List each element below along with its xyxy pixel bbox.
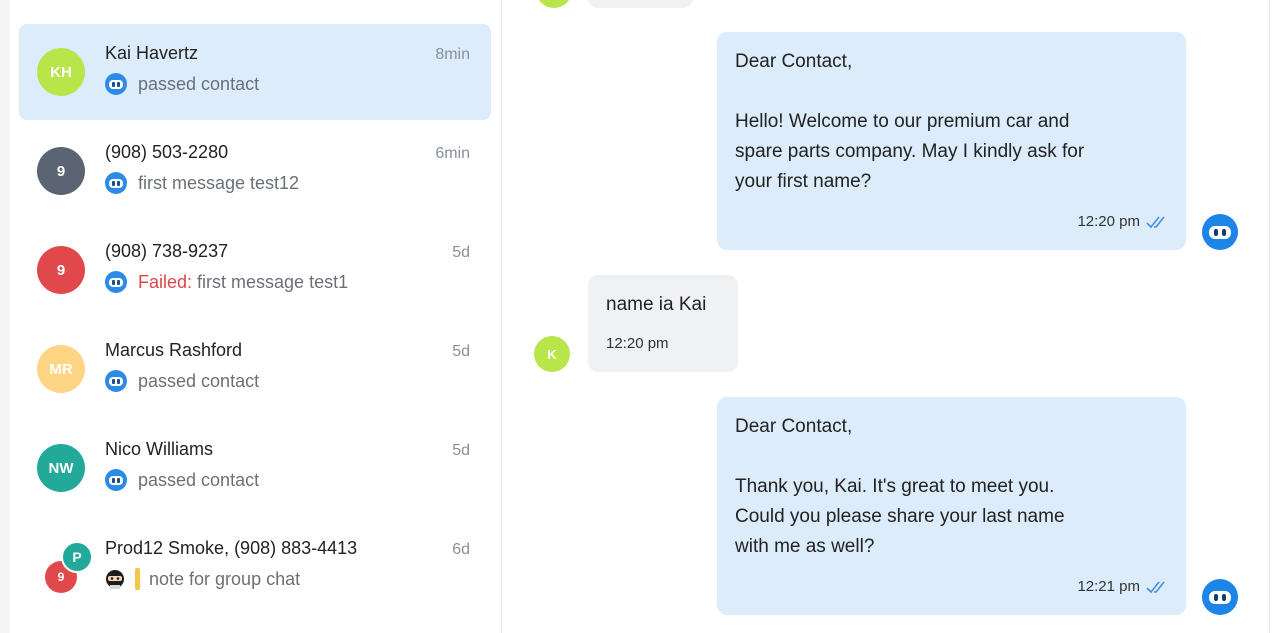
timestamp-text: 12:21 pm	[1077, 578, 1140, 595]
contact-avatar: 9	[37, 246, 85, 294]
ninja-avatar-icon	[106, 570, 124, 589]
preview-text: first message test1	[197, 271, 349, 292]
outgoing-message: Dear Contact, Thank you, Kai. It's great…	[717, 397, 1186, 615]
conversation-item-partial	[19, 625, 491, 633]
incoming-message-partial	[588, 0, 693, 8]
contact-avatar: NW	[37, 444, 85, 492]
conversation-time: 8min	[435, 46, 470, 63]
double-check-icon	[1146, 581, 1165, 593]
conversation-item[interactable]: NW Nico Williams 5d passed contact	[19, 420, 491, 516]
contact-avatar: 9	[37, 147, 85, 195]
preview-text: passed contact	[138, 370, 260, 391]
left-strip	[0, 0, 10, 633]
contact-name: (908) 738-9237	[105, 241, 229, 261]
conversation-time: 5d	[452, 442, 470, 459]
message-text: Thank you, Kai. It's great to meet you. …	[735, 476, 1065, 557]
outgoing-message: Dear Contact, Hello! Welcome to our prem…	[717, 32, 1186, 250]
preview-text: first message test12	[138, 172, 300, 193]
preview-text: passed contact	[138, 73, 260, 94]
conversation-time: 6d	[452, 541, 470, 558]
robot-icon	[1202, 579, 1238, 615]
preview-text: note for group chat	[149, 568, 301, 589]
conversation-item[interactable]: MR Marcus Rashford 5d passed contact	[19, 321, 491, 417]
chat-thread: Dear Contact, Hello! Welcome to our prem…	[503, 0, 1278, 633]
message-text: Hello! Welcome to our premium car and sp…	[735, 111, 1085, 192]
message-timestamp: 12:20 pm	[1077, 213, 1168, 230]
contact-name: Marcus Rashford	[105, 340, 243, 360]
timestamp-text: 12:20 pm	[1077, 213, 1140, 230]
last-message-preview: Failed: first message test1	[105, 271, 348, 293]
robot-icon	[105, 73, 127, 95]
last-message-preview: passed contact	[105, 469, 259, 491]
contact-avatar-small: K	[534, 336, 570, 372]
robot-icon	[1202, 214, 1238, 250]
message-timestamp: 12:21 pm	[1077, 578, 1168, 595]
conversation-item[interactable]: KH Kai Havertz 8min passed contact	[19, 24, 491, 120]
group-avatar: 9 P	[37, 537, 93, 597]
robot-icon	[105, 172, 127, 194]
message-text: name ia Kai	[606, 294, 707, 315]
message-timestamp: 12:20 pm	[606, 335, 669, 352]
contact-avatar: MR	[37, 345, 85, 393]
group-avatar-member: P	[61, 541, 93, 573]
conversation-time: 6min	[435, 145, 470, 162]
note-indicator	[135, 568, 140, 590]
message-greeting: Dear Contact,	[735, 416, 853, 437]
conversation-time: 5d	[452, 343, 470, 360]
panel-border	[1269, 0, 1270, 633]
timestamp-text: 12:20 pm	[606, 335, 669, 352]
conversation-time: 5d	[452, 244, 470, 261]
conversation-list: KH Kai Havertz 8min passed contact 9 (90…	[10, 0, 502, 633]
incoming-message: name ia Kai 12:20 pm	[588, 275, 738, 372]
last-message-preview: note for group chat	[105, 568, 300, 590]
contact-avatar: KH	[37, 48, 85, 96]
contact-name: Prod12 Smoke, (908) 883-4413	[105, 538, 358, 558]
contact-name: (908) 503-2280	[105, 142, 229, 162]
last-message-preview: passed contact	[105, 370, 259, 392]
failed-status: Failed:	[138, 271, 193, 292]
last-message-preview: passed contact	[105, 73, 259, 95]
robot-icon	[105, 271, 127, 293]
contact-name: Kai Havertz	[105, 43, 199, 63]
message-greeting: Dear Contact,	[735, 51, 853, 72]
contact-avatar-small	[536, 0, 572, 8]
last-message-preview: first message test12	[105, 172, 299, 194]
conversation-item[interactable]: 9 (908) 503-2280 6min first message test…	[19, 123, 491, 219]
conversation-item[interactable]: 9 P Prod12 Smoke, (908) 883-4413 6d note…	[19, 519, 491, 615]
contact-name: Nico Williams	[105, 439, 213, 459]
double-check-icon	[1146, 216, 1165, 228]
preview-text: passed contact	[138, 469, 260, 490]
conversation-item[interactable]: 9 (908) 738-9237 5d Failed: first messag…	[19, 222, 491, 318]
robot-icon	[105, 469, 127, 491]
robot-icon	[105, 370, 127, 392]
